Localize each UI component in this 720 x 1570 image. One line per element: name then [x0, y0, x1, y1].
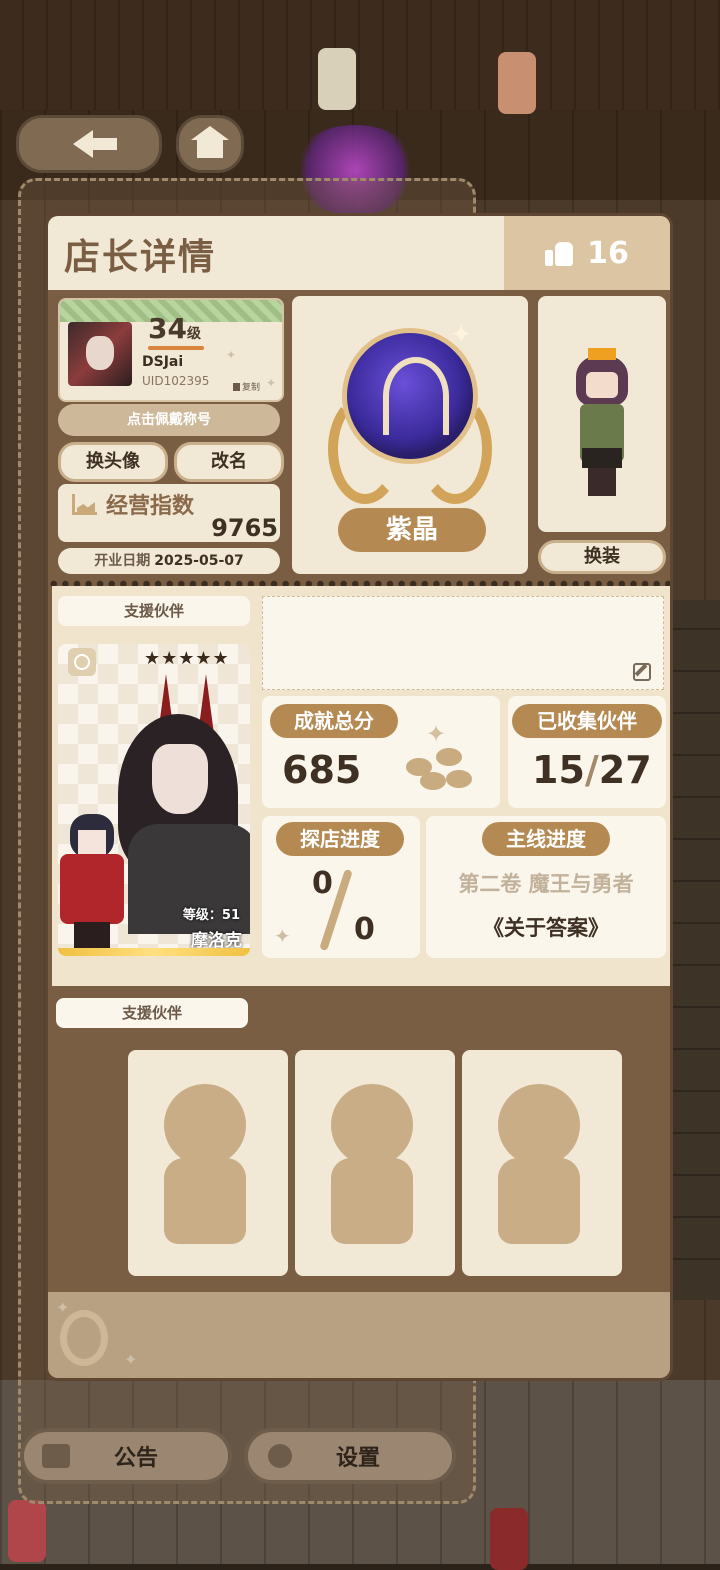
sparkle-icon: ✦	[56, 1298, 70, 1317]
support-partners-section: 支援伙伴	[48, 992, 670, 1292]
rarity-stars: ★★★★★	[144, 648, 230, 669]
explore-progress-total: 0	[354, 912, 375, 947]
background-wall	[0, 0, 720, 110]
open-date: 开业日期 2025-05-07	[58, 548, 280, 574]
featured-partner-card[interactable]: 等级：51 摩洛克	[58, 644, 250, 956]
empty-avatar-icon	[331, 1084, 413, 1166]
background-npc	[318, 48, 356, 110]
explore-progress-label: 探店进度	[276, 822, 404, 856]
support-section-label: 支援伙伴	[56, 998, 248, 1028]
equip-title-button[interactable]: 点击佩戴称号	[58, 404, 280, 436]
player-level: 34级	[148, 312, 201, 345]
like-count: 16	[587, 235, 629, 271]
edit-icon[interactable]	[633, 663, 651, 681]
back-arrow-icon	[73, 130, 117, 158]
sparkle-icon: ✦	[450, 320, 472, 350]
shopkeeper-details-card: 店长详情 16 34级 DSJai UID102395 复制 ✦ ✦ 点击佩戴称…	[48, 216, 670, 1378]
home-button[interactable]	[176, 115, 244, 173]
sparkle-icon: ✦	[124, 1350, 138, 1369]
coffee-beans-icon: ✦	[406, 720, 478, 792]
outfit-preview	[538, 296, 666, 532]
collected-partners-card: 已收集伙伴 15/27	[508, 696, 666, 808]
rank-label: 紫晶	[338, 508, 486, 552]
page-title: 店长详情	[64, 237, 217, 278]
player-uid: UID102395	[142, 374, 210, 388]
card-footer: ✦ ✦	[48, 1292, 670, 1378]
card-header: 店长详情 16	[48, 216, 670, 290]
profile-card: 34级 DSJai UID102395 复制 ✦ ✦	[58, 298, 284, 402]
main-story-progress-card: 主线进度 第二卷 魔王与勇者 《关于答案》	[426, 816, 666, 958]
copy-icon	[232, 382, 240, 391]
partner-level: 等级：51	[182, 908, 240, 923]
rank-badge-panel: ✦ 紫晶	[292, 296, 528, 574]
gear-icon	[268, 1444, 292, 1468]
rank-badge-emblem: ✦	[328, 320, 492, 504]
main-story-volume: 第二卷 魔王与勇者	[458, 872, 634, 896]
support-slot-empty[interactable]	[295, 1050, 455, 1276]
background-npc	[498, 52, 536, 114]
achievement-score-label: 成就总分	[270, 704, 398, 738]
explore-progress-card: 探店进度 0 0 ✦	[262, 816, 420, 958]
change-outfit-button[interactable]: 换装	[538, 540, 666, 574]
back-button[interactable]	[16, 115, 162, 173]
signature-box[interactable]	[262, 596, 664, 690]
chart-icon	[72, 494, 97, 515]
level-bar	[148, 346, 204, 350]
partner-sprite	[58, 814, 132, 954]
change-avatar-button[interactable]: 换头像	[58, 442, 168, 482]
main-story-label: 主线进度	[482, 822, 610, 856]
home-icon	[191, 126, 229, 158]
sparkle-icon: ✦	[274, 924, 291, 948]
player-name: DSJai	[142, 354, 184, 370]
like-button[interactable]: 16	[504, 216, 670, 290]
notice-button[interactable]: 公告	[20, 1428, 232, 1484]
notice-icon	[42, 1444, 70, 1468]
empty-avatar-icon	[498, 1084, 580, 1166]
partner-section-label: 支援伙伴	[58, 596, 250, 626]
rename-button[interactable]: 改名	[174, 442, 284, 482]
coffee-bean-icon	[60, 1310, 108, 1366]
empty-avatar-icon	[164, 1084, 246, 1166]
collected-partners-value: 15/27	[532, 748, 652, 792]
business-index: 经营指数 9765	[58, 484, 280, 542]
achievement-score-card: 成就总分 685 ✦	[262, 696, 500, 808]
partner-section: 支援伙伴 等级：51 摩洛克 ★★★★★ 成就总分 685 ✦ 已收集伙伴 15…	[52, 586, 670, 986]
thumbs-up-icon	[545, 240, 574, 266]
sparkle-icon: ✦	[226, 348, 237, 362]
main-story-chapter: 《关于答案》	[483, 916, 609, 940]
rarity-glow	[58, 948, 250, 956]
business-index-label: 经营指数	[106, 494, 195, 519]
avatar[interactable]	[68, 322, 132, 386]
achievement-score-value: 685	[282, 748, 362, 792]
background-npc	[490, 1508, 528, 1570]
support-slot-empty[interactable]	[128, 1050, 288, 1276]
support-slot-empty[interactable]	[462, 1050, 622, 1276]
settings-button[interactable]: 设置	[244, 1428, 456, 1484]
player-character-sprite	[570, 348, 634, 498]
background-npc	[8, 1500, 46, 1562]
copy-uid-button[interactable]: 复制	[232, 380, 260, 393]
sparkle-icon: ✦	[266, 376, 277, 390]
element-icon	[68, 648, 96, 676]
collected-partners-label: 已收集伙伴	[512, 704, 662, 738]
business-index-value: 9765	[211, 514, 278, 542]
explore-progress-current: 0	[312, 866, 333, 901]
